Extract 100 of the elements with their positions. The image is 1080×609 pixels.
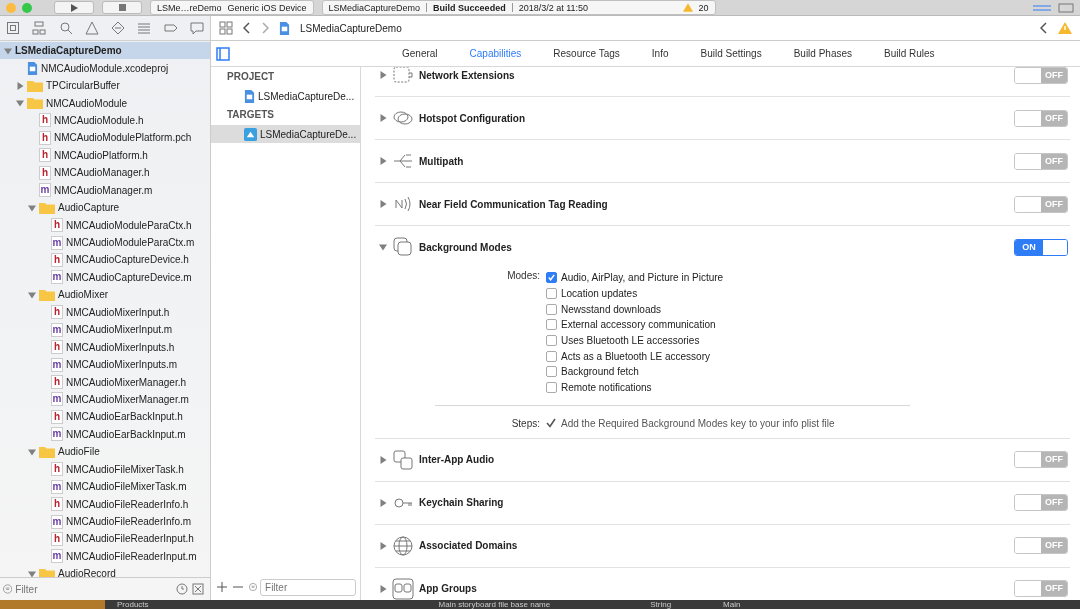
navigator-item[interactable]: NMCAudioModulePlatform.pch xyxy=(54,132,192,144)
navigator-item[interactable]: NMCAudioFileReaderInput.m xyxy=(66,550,197,562)
disclosure-triangle-icon[interactable] xyxy=(379,157,387,165)
disclosure-triangle-icon[interactable] xyxy=(379,114,387,122)
tag-icon[interactable] xyxy=(163,21,178,35)
navigator-item[interactable]: NMCAudioFileReaderInfo.m xyxy=(66,516,192,528)
layers-icon xyxy=(392,236,414,258)
navigator-item[interactable]: AudioMixer xyxy=(58,289,109,301)
navigator-item[interactable]: NMCAudioMixerInputs.m xyxy=(66,359,178,371)
sidebar-icon[interactable] xyxy=(216,46,230,61)
checkbox[interactable] xyxy=(546,272,557,284)
source-file-icon: h xyxy=(51,252,63,267)
navigator-item[interactable]: AudioFile xyxy=(58,446,100,458)
disclosure-triangle-icon[interactable] xyxy=(379,71,387,79)
navigator-item[interactable]: NMCAudioModule.h xyxy=(54,114,144,126)
add-icon[interactable] xyxy=(217,582,227,592)
warning-count[interactable]: 20 xyxy=(698,2,709,13)
checkbox[interactable] xyxy=(546,303,557,315)
navigator-item[interactable]: NMCAudioEarBackInput.h xyxy=(66,411,183,423)
disclosure-triangle-icon[interactable] xyxy=(28,203,36,212)
navigator-item[interactable]: TPCircularBuffer xyxy=(46,80,120,92)
project-item[interactable]: LSMediaCaptureDe... xyxy=(258,90,355,102)
navigator-item[interactable]: AudioCapture xyxy=(58,202,120,214)
tab[interactable]: Build Settings xyxy=(684,48,778,59)
panel-icon[interactable] xyxy=(1058,2,1074,13)
navigator-item[interactable]: NMCAudioFileReaderInput.h xyxy=(66,533,194,545)
disclosure-triangle-icon[interactable] xyxy=(379,498,387,507)
navigator-item[interactable]: NMCAudioCaptureDevice.m xyxy=(66,271,192,283)
grid-icon xyxy=(392,577,414,600)
puzzle-icon xyxy=(392,67,414,86)
navigator-item[interactable]: NMCAudioManager.h xyxy=(54,167,150,179)
run-button[interactable] xyxy=(54,1,94,14)
disclosure-triangle-icon[interactable] xyxy=(4,46,12,55)
checkbox[interactable] xyxy=(546,319,557,331)
navigator-item[interactable]: NMCAudioModuleParaCtx.h xyxy=(66,219,192,231)
play-icon xyxy=(70,3,78,12)
tab[interactable]: Build Phases xyxy=(777,48,869,59)
navigator-item[interactable]: NMCAudioFileReaderInfo.h xyxy=(66,498,189,510)
disclosure-triangle-icon[interactable] xyxy=(379,243,387,251)
toggle-switch[interactable]: ON xyxy=(1014,238,1068,256)
disclosure-triangle-icon[interactable] xyxy=(16,99,24,108)
navigator-item[interactable]: NMCAudioManager.m xyxy=(54,184,153,196)
warning-icon[interactable] xyxy=(1058,22,1072,34)
plist-value: Main xyxy=(723,600,741,609)
source-file-icon: m xyxy=(51,270,63,285)
checkbox[interactable] xyxy=(546,335,557,347)
clock-icon[interactable] xyxy=(176,583,188,595)
back-icon[interactable] xyxy=(243,22,251,34)
source-file-icon: h xyxy=(51,218,63,233)
disclosure-triangle-icon[interactable] xyxy=(28,569,36,577)
navigator-item[interactable]: NMCAudioCaptureDevice.h xyxy=(66,254,189,266)
disclosure-triangle-icon[interactable] xyxy=(379,455,387,464)
warning-icon[interactable] xyxy=(84,21,99,35)
navigator-item[interactable]: NMCAudioFileMixerTask.h xyxy=(66,463,184,475)
tab[interactable]: Resource Tags xyxy=(537,48,636,59)
navigator-item[interactable]: NMCAudioPlatform.h xyxy=(54,149,148,161)
checkbox[interactable] xyxy=(546,288,557,300)
navigator-item[interactable]: NMCAudioEarBackInput.m xyxy=(66,428,186,440)
audio-icon xyxy=(392,448,414,471)
chat-icon[interactable] xyxy=(189,21,204,35)
disclosure-triangle-icon[interactable] xyxy=(16,81,24,90)
back-icon[interactable] xyxy=(1040,22,1048,34)
navigator-item[interactable]: NMCAudioFileMixerTask.m xyxy=(66,481,187,493)
stop-icon xyxy=(118,4,126,11)
disclosure-triangle-icon[interactable] xyxy=(379,541,387,550)
search-icon[interactable] xyxy=(58,21,73,35)
tab[interactable]: General xyxy=(386,48,454,59)
tab[interactable]: Build Rules xyxy=(868,48,951,59)
jump-bar-title[interactable]: LSMediaCaptureDemo xyxy=(300,22,402,34)
navigator-item[interactable]: NMCAudioModule xyxy=(46,97,128,109)
diamond-icon[interactable] xyxy=(111,21,126,35)
navigator-item[interactable]: NMCAudioMixerManager.h xyxy=(66,376,187,388)
navigator-item[interactable]: NMCAudioMixerInputs.h xyxy=(66,341,175,353)
navigator-item[interactable]: NMCAudioMixerInput.m xyxy=(66,324,173,336)
filter-field[interactable]: Filter xyxy=(260,578,356,596)
navigator-item[interactable]: NMCAudioModule.xcodeproj xyxy=(41,62,169,74)
filter-field[interactable]: Filter xyxy=(15,583,172,595)
disclosure-triangle-icon[interactable] xyxy=(379,200,387,208)
capability-title: Near Field Communication Tag Reading xyxy=(419,198,608,210)
navigator-item[interactable]: NMCAudioMixerManager.m xyxy=(66,393,189,405)
capability-title: Multipath xyxy=(419,155,464,167)
grid-icon[interactable] xyxy=(219,21,233,35)
list-icon[interactable] xyxy=(137,21,152,35)
navigator-item[interactable]: NMCAudioMixerInput.h xyxy=(66,306,170,318)
hierarchy-icon[interactable] xyxy=(32,21,47,35)
forward-icon[interactable] xyxy=(261,22,269,34)
tab[interactable]: Capabilities xyxy=(453,48,538,59)
tab[interactable]: Info xyxy=(635,48,685,59)
scheme-selector[interactable]: LSMe…reDemo Generic iOS Device xyxy=(150,0,314,15)
navigator-item[interactable]: NMCAudioModuleParaCtx.m xyxy=(66,237,195,249)
checkbox[interactable] xyxy=(546,382,557,394)
disclosure-triangle-icon[interactable] xyxy=(379,584,387,593)
stop-button[interactable] xyxy=(102,1,142,14)
close-icon[interactable] xyxy=(192,583,204,595)
disclosure-triangle-icon[interactable] xyxy=(28,290,36,299)
checkbox[interactable] xyxy=(546,350,557,362)
disclosure-triangle-icon[interactable] xyxy=(28,447,36,456)
warning-icon xyxy=(682,3,693,12)
checkbox[interactable] xyxy=(546,366,557,378)
navigator-item[interactable]: AudioRecord xyxy=(58,568,116,577)
